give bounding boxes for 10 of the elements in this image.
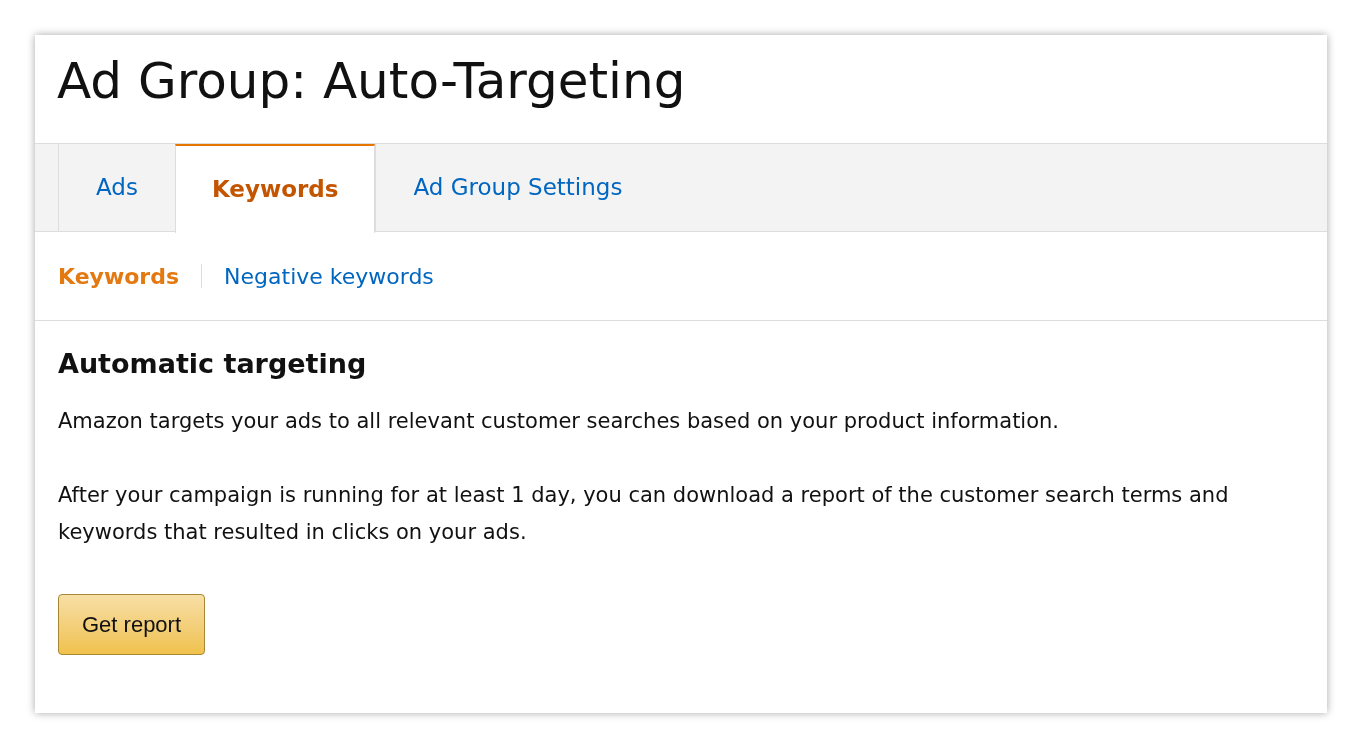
get-report-button[interactable]: Get report [58,594,206,655]
tab[interactable]: Ad Group Settings [375,144,660,231]
subtab-link[interactable]: Negative keywords [224,259,434,293]
description-text: After your campaign is running for at least 1 day, you can download a report of the customer search terms and keywords that resulted in clicks on your ads. [58,482,1230,546]
tab[interactable]: Keywords [174,144,376,233]
section-heading: Automatic targeting [58,347,368,381]
subtab-link[interactable]: Keywords [58,259,180,293]
tab[interactable]: Ads [58,144,175,231]
description-text: Amazon targets your ads to all relevant customer searches based on your product information. [58,408,1061,435]
page-title: Ad Group: Auto-Targeting [57,51,687,112]
